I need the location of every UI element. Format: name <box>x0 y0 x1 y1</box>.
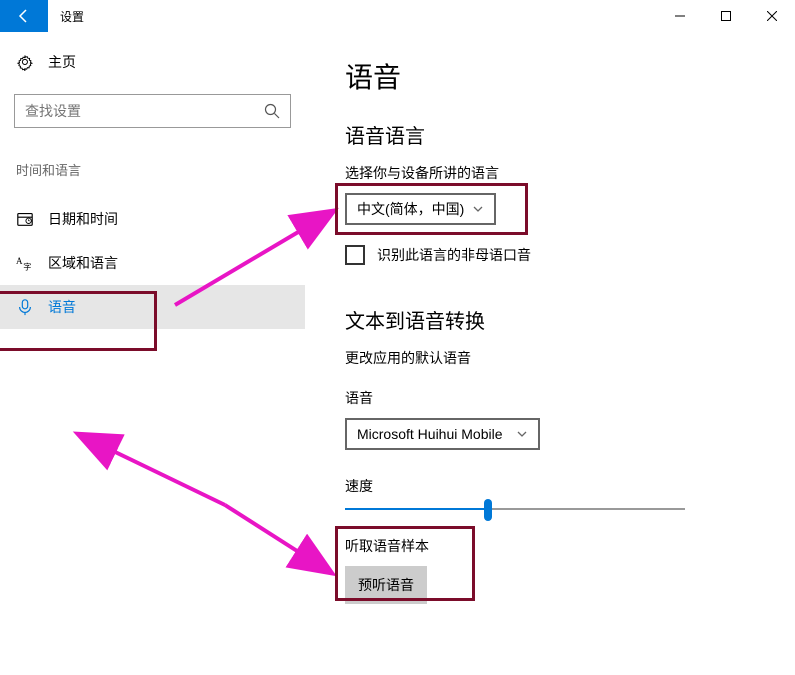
speed-slider[interactable] <box>345 508 685 510</box>
accent-checkbox-row[interactable]: 识别此语言的非母语口音 <box>345 245 755 265</box>
minimize-button[interactable] <box>657 0 703 32</box>
home-label: 主页 <box>48 52 76 72</box>
dropdown-value: Microsoft Huihui Mobile <box>357 426 503 442</box>
nav-item-speech[interactable]: 语音 <box>0 285 305 329</box>
nav-label: 日期和时间 <box>48 209 118 229</box>
close-button[interactable] <box>749 0 795 32</box>
speed-label: 速度 <box>345 476 755 496</box>
speech-lang-label: 选择你与设备所讲的语言 <box>345 163 755 183</box>
accent-checkbox-label: 识别此语言的非母语口音 <box>377 245 531 265</box>
window-title: 设置 <box>48 0 96 32</box>
page-title: 语音 <box>345 56 755 96</box>
nav-item-region[interactable]: A字 区域和语言 <box>14 241 291 285</box>
titlebar: 设置 <box>0 0 795 32</box>
speech-lang-dropdown[interactable]: 中文(简体，中国) <box>345 193 496 225</box>
nav-item-datetime[interactable]: 日期和时间 <box>14 197 291 241</box>
section-tts: 文本到语音转换 <box>345 305 755 334</box>
preview-button[interactable]: 预听语音 <box>345 566 427 604</box>
clock-icon <box>16 210 34 228</box>
section-speech-lang: 语音语言 <box>345 120 755 149</box>
svg-text:字: 字 <box>23 261 31 271</box>
gear-icon <box>16 53 34 71</box>
back-button[interactable] <box>0 0 48 32</box>
voice-label: 语音 <box>345 388 755 408</box>
dropdown-value: 中文(简体，中国) <box>357 199 464 219</box>
sample-label: 听取语音样本 <box>345 536 429 556</box>
nav-label: 语音 <box>48 297 76 317</box>
main-panel: 语音 语音语言 选择你与设备所讲的语言 中文(简体，中国) 识别此语言的非母语口… <box>305 32 795 675</box>
accent-checkbox[interactable] <box>345 245 365 265</box>
category-header: 时间和语言 <box>14 160 291 179</box>
search-box[interactable] <box>14 94 291 128</box>
voice-dropdown[interactable]: Microsoft Huihui Mobile <box>345 418 540 450</box>
language-icon: A字 <box>16 254 34 272</box>
chevron-down-icon <box>516 428 528 440</box>
svg-text:A: A <box>16 256 23 266</box>
tts-desc: 更改应用的默认语音 <box>345 348 755 368</box>
search-icon <box>264 103 280 119</box>
search-input[interactable] <box>25 103 264 119</box>
window-controls <box>657 0 795 32</box>
maximize-button[interactable] <box>703 0 749 32</box>
chevron-down-icon <box>472 203 484 215</box>
slider-fill <box>345 508 488 510</box>
home-link[interactable]: 主页 <box>14 52 291 72</box>
sidebar: 主页 时间和语言 日期和时间 A字 区域和语言 语音 <box>0 32 305 675</box>
slider-thumb[interactable] <box>484 499 492 521</box>
mic-icon <box>16 298 34 316</box>
nav-label: 区域和语言 <box>48 253 118 273</box>
